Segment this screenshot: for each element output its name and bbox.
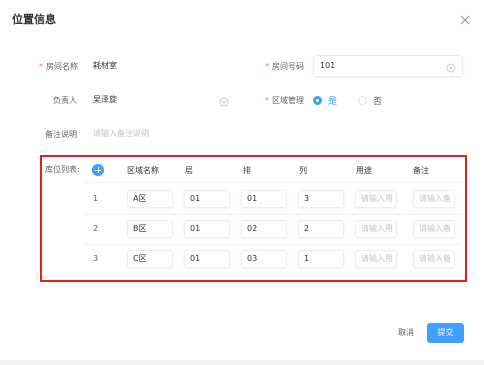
- row-index: 1: [93, 194, 99, 203]
- layer-value: 01: [190, 254, 201, 263]
- usage-placeholder: 请输入用: [361, 224, 393, 233]
- owner-value: 吴泽旋: [93, 95, 117, 104]
- storage-list-label: 库位列表:: [45, 165, 80, 174]
- note-input[interactable]: 请输入备: [413, 190, 455, 208]
- layer-value: 01: [190, 224, 201, 233]
- column-cell[interactable]: 3: [298, 190, 344, 208]
- row-index: 3: [93, 254, 99, 263]
- dialog-bottom-edge: [0, 360, 484, 365]
- location-info-dialog: 位置信息 * 房间名称 耗材室 * 房间号码 101 负责人 吴泽旋 * 区域管理: [0, 0, 484, 365]
- note-input[interactable]: 请输入备: [413, 220, 455, 238]
- area-manage-no-radio[interactable]: 否: [358, 89, 382, 111]
- row-cell[interactable]: 01: [241, 190, 287, 208]
- form-row-owner: 负责人 吴泽旋 * 区域管理 是 否: [0, 89, 484, 113]
- owner-input[interactable]: 吴泽旋: [86, 89, 236, 111]
- room-number-value: 101: [320, 61, 336, 70]
- area-name-value: B区: [133, 224, 147, 233]
- area-name-value: A区: [133, 194, 147, 203]
- radio-yes-label: 是: [328, 96, 338, 107]
- area-manage-yes-radio[interactable]: 是: [313, 89, 337, 111]
- remark-input[interactable]: 请输入备注说明: [86, 123, 463, 145]
- usage-input[interactable]: 请输入用: [355, 250, 397, 268]
- required-asterisk: *: [265, 62, 269, 71]
- column-cell[interactable]: 1: [298, 250, 344, 268]
- radio-checked-icon: [313, 95, 322, 105]
- row-value: 03: [247, 254, 258, 263]
- submit-button[interactable]: 提交: [427, 323, 464, 343]
- area-name-cell[interactable]: C区: [127, 250, 173, 268]
- remark-placeholder: 请输入备注说明: [93, 129, 149, 138]
- usage-placeholder: 请输入用: [361, 254, 393, 263]
- area-manage-label-text: 区域管理: [272, 96, 304, 105]
- note-placeholder: 请输入备: [419, 224, 451, 233]
- note-placeholder: 请输入备: [419, 254, 451, 263]
- row-divider: [85, 244, 461, 245]
- dialog-header: 位置信息: [0, 0, 484, 36]
- room-number-label: * 房间号码: [265, 55, 304, 79]
- area-manage-label: * 区域管理: [265, 89, 304, 113]
- radio-unchecked-icon: [358, 95, 367, 105]
- column-value: 1: [304, 254, 310, 263]
- header-column: 列: [299, 166, 307, 175]
- usage-input[interactable]: 请输入用: [355, 220, 397, 238]
- area-name-cell[interactable]: B区: [127, 220, 173, 238]
- room-number-label-text: 房间号码: [272, 62, 304, 71]
- note-input[interactable]: 请输入备: [413, 250, 455, 268]
- usage-placeholder: 请输入用: [361, 194, 393, 203]
- header-usage: 用途: [356, 166, 372, 175]
- row-cell[interactable]: 03: [241, 250, 287, 268]
- layer-cell[interactable]: 01: [184, 220, 230, 238]
- row-value: 01: [247, 194, 258, 203]
- room-name-label: * 房间名称: [39, 55, 78, 79]
- column-value: 3: [304, 194, 310, 203]
- form-row-room: * 房间名称 耗材室 * 房间号码 101: [0, 55, 484, 79]
- dialog-title: 位置信息: [12, 13, 56, 26]
- note-placeholder: 请输入备: [419, 194, 451, 203]
- area-name-cell[interactable]: A区: [127, 190, 173, 208]
- layer-cell[interactable]: 01: [184, 250, 230, 268]
- cancel-button[interactable]: 取消: [392, 323, 420, 343]
- owner-label: 负责人: [53, 96, 77, 105]
- form-row-remark: 备注说明 请输入备注说明: [0, 123, 484, 147]
- close-icon[interactable]: [459, 11, 471, 25]
- header-layer: 层: [185, 166, 193, 175]
- layer-value: 01: [190, 194, 201, 203]
- add-row-icon[interactable]: [92, 164, 104, 176]
- room-name-value: 耗材室: [93, 61, 117, 70]
- row-divider: [85, 214, 461, 215]
- header-row: 排: [243, 166, 251, 175]
- row-cell[interactable]: 02: [241, 220, 287, 238]
- room-name-label-text: 房间名称: [46, 62, 78, 71]
- radio-no-label: 否: [373, 96, 383, 107]
- required-asterisk: *: [39, 62, 43, 71]
- header-note: 备注: [413, 166, 429, 175]
- required-asterisk: *: [265, 96, 269, 105]
- row-value: 02: [247, 224, 258, 233]
- usage-input[interactable]: 请输入用: [355, 190, 397, 208]
- layer-cell[interactable]: 01: [184, 190, 230, 208]
- remark-label: 备注说明: [45, 130, 77, 139]
- header-area-name: 区域名称: [127, 166, 159, 175]
- column-value: 2: [304, 224, 310, 233]
- row-divider: [85, 182, 461, 183]
- clear-icon[interactable]: [219, 95, 229, 107]
- room-name-input[interactable]: 耗材室: [86, 55, 236, 77]
- room-number-input[interactable]: 101: [313, 55, 463, 77]
- area-name-value: C区: [133, 254, 147, 263]
- row-index: 2: [93, 224, 99, 233]
- column-cell[interactable]: 2: [298, 220, 344, 238]
- clear-icon[interactable]: [446, 61, 456, 73]
